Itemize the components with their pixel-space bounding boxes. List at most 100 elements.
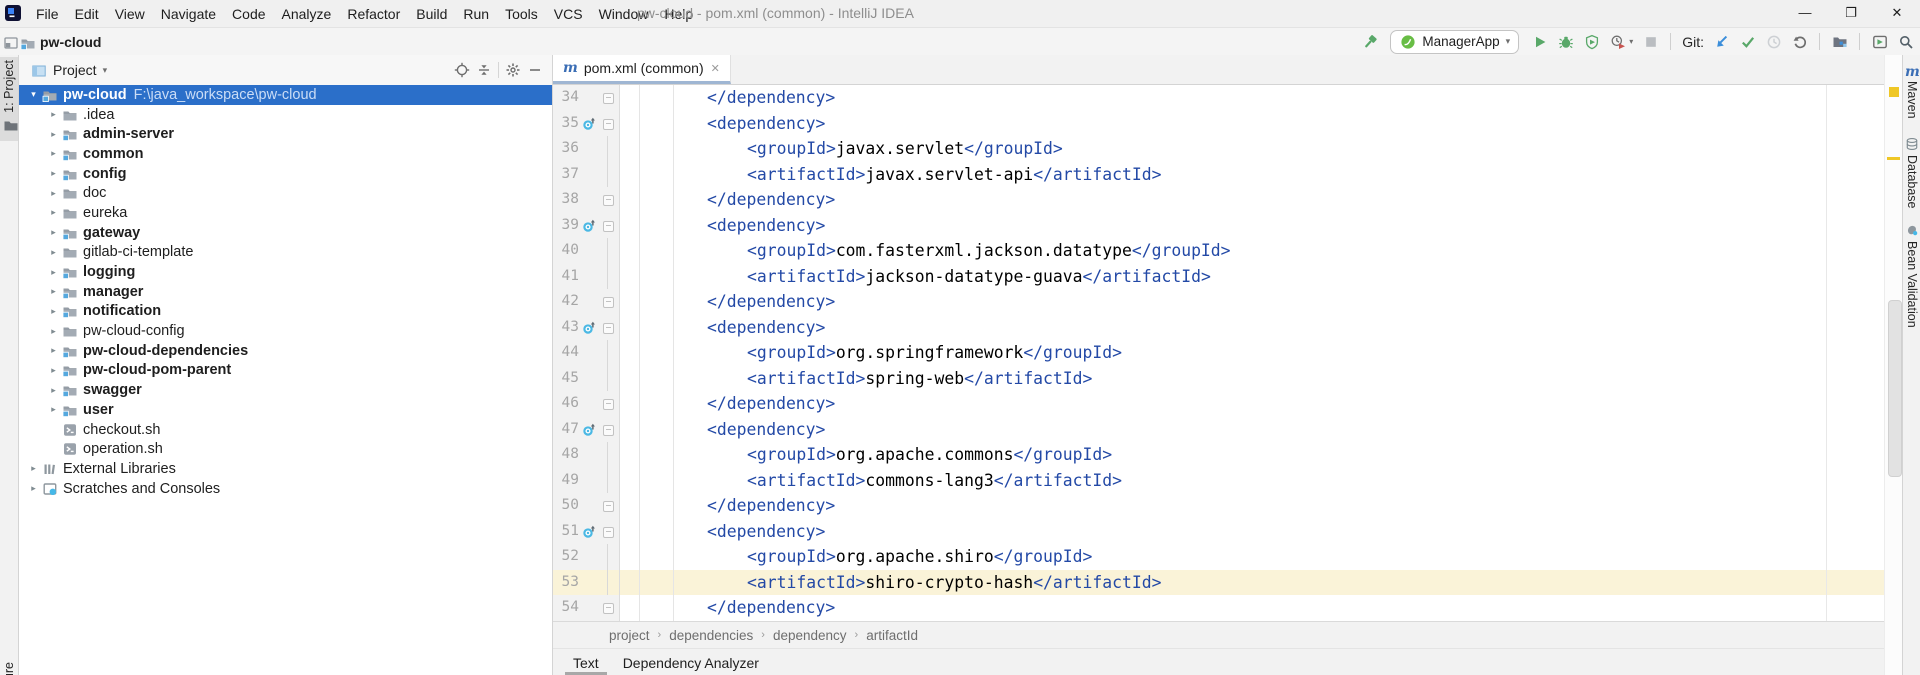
tool-window-button-database[interactable]: Database (1903, 137, 1920, 209)
line-number[interactable]: 42 (553, 289, 579, 315)
tree-item-swagger[interactable]: ▸swagger (19, 380, 552, 400)
tree-expand-arrow[interactable]: ▸ (47, 148, 60, 159)
tree-item-pw-cloud-pom-parent[interactable]: ▸pw-cloud-pom-parent (19, 361, 552, 381)
override-gutter-icon[interactable] (579, 519, 599, 545)
tree-expand-arrow[interactable]: ▸ (47, 109, 60, 120)
code-line-34[interactable]: 34</dependency> (553, 85, 1884, 111)
line-number[interactable]: 50 (553, 493, 579, 519)
code-line-53[interactable]: 53<artifactId>shiro-crypto-hash</artifac… (553, 570, 1884, 596)
close-button[interactable]: ✕ (1874, 0, 1920, 27)
tree-expand-arrow[interactable]: ▸ (47, 385, 60, 396)
line-number[interactable]: 48 (553, 442, 579, 468)
tree-expand-arrow[interactable]: ▸ (47, 168, 60, 179)
tree-item-pw-cloud-config[interactable]: ▸pw-cloud-config (19, 321, 552, 341)
line-number[interactable]: 36 (553, 136, 579, 162)
tree-item-common[interactable]: ▸common (19, 144, 552, 164)
tree-expand-arrow[interactable]: ▸ (47, 227, 60, 238)
tree-item-pw-cloud[interactable]: ▾pw-cloudF:\java_workspace\pw-cloud (19, 85, 552, 105)
git-commit-icon[interactable] (1739, 33, 1756, 50)
line-number[interactable]: 44 (553, 340, 579, 366)
line-number[interactable]: 35 (553, 111, 579, 137)
tool-window-widget-icon[interactable] (3, 35, 16, 48)
line-number[interactable]: 43 (553, 315, 579, 341)
tree-expand-arrow[interactable]: ▸ (47, 267, 60, 278)
fold-region[interactable] (599, 519, 619, 545)
profiler-icon[interactable] (1609, 33, 1626, 50)
project-panel-title[interactable]: Project (53, 62, 97, 78)
override-gutter-icon[interactable] (579, 213, 599, 239)
nav-project-label[interactable]: pw-cloud (40, 34, 101, 50)
code-line-40[interactable]: 40<groupId>com.fasterxml.jackson.datatyp… (553, 238, 1884, 264)
line-number[interactable]: 52 (553, 544, 579, 570)
tree-item-notification[interactable]: ▸notification (19, 302, 552, 322)
breadcrumb-item-dependencies[interactable]: dependencies (669, 628, 753, 643)
code-line-38[interactable]: 38</dependency> (553, 187, 1884, 213)
maximize-button[interactable]: ❐ (1828, 0, 1874, 27)
menu-refactor[interactable]: Refactor (339, 1, 408, 27)
menu-navigate[interactable]: Navigate (153, 1, 224, 27)
menu-run[interactable]: Run (455, 1, 497, 27)
tree-expand-arrow[interactable]: ▸ (47, 207, 60, 218)
code-line-37[interactable]: 37<artifactId>javax.servlet-api</artifac… (553, 162, 1884, 188)
inspection-warning-badge[interactable] (1889, 87, 1899, 97)
tab-pom-xml[interactable]: m pom.xml (common) ✕ (553, 55, 731, 84)
tab-text[interactable]: Text (561, 649, 611, 675)
fold-region[interactable] (599, 595, 619, 621)
code-line-46[interactable]: 46</dependency> (553, 391, 1884, 417)
code-line-45[interactable]: 45<artifactId>spring-web</artifactId> (553, 366, 1884, 392)
tree-item-admin-server[interactable]: ▸admin-server (19, 124, 552, 144)
fold-marker-icon[interactable] (603, 195, 614, 206)
tree-item-checkout-sh[interactable]: checkout.sh (19, 420, 552, 440)
project-structure-icon[interactable] (1831, 33, 1848, 50)
tree-expand-arrow[interactable]: ▸ (47, 365, 60, 376)
git-update-icon[interactable] (1713, 33, 1730, 50)
chevron-down-icon[interactable]: ▾ (103, 65, 108, 76)
fold-region[interactable] (599, 111, 619, 137)
code-line-35[interactable]: 35<dependency> (553, 111, 1884, 137)
fold-marker-icon[interactable] (603, 399, 614, 410)
line-number[interactable]: 34 (553, 85, 579, 111)
code-line-43[interactable]: 43<dependency> (553, 315, 1884, 341)
tab-dependency-analyzer[interactable]: Dependency Analyzer (611, 649, 771, 675)
tree-expand-arrow[interactable]: ▾ (27, 89, 40, 100)
fold-region[interactable] (599, 417, 619, 443)
line-number[interactable]: 51 (553, 519, 579, 545)
line-number[interactable]: 38 (553, 187, 579, 213)
line-number[interactable]: 46 (553, 391, 579, 417)
editor-scrollbar[interactable] (1884, 55, 1903, 675)
run-config-select[interactable]: ManagerApp▾ (1390, 30, 1519, 54)
fold-marker-icon[interactable] (603, 527, 614, 538)
tool-window-button-maven[interactable]: m Maven (1903, 63, 1920, 119)
line-number[interactable]: 45 (553, 366, 579, 392)
run-anything-icon[interactable] (1871, 33, 1888, 50)
code-line-52[interactable]: 52<groupId>org.apache.shiro</groupId> (553, 544, 1884, 570)
code-line-51[interactable]: 51<dependency> (553, 519, 1884, 545)
tree-expand-arrow[interactable]: ▸ (47, 286, 60, 297)
search-everywhere-icon[interactable] (1897, 33, 1914, 50)
fold-marker-icon[interactable] (603, 323, 614, 334)
tree-expand-arrow[interactable]: ▸ (47, 129, 60, 140)
tree-item-external-libraries[interactable]: ▸External Libraries (19, 459, 552, 479)
fold-marker-icon[interactable] (603, 297, 614, 308)
code-line-48[interactable]: 48<groupId>org.apache.commons</groupId> (553, 442, 1884, 468)
tree-item-user[interactable]: ▸user (19, 400, 552, 420)
menu-edit[interactable]: Edit (67, 1, 107, 27)
debug-icon[interactable] (1557, 33, 1574, 50)
breadcrumb-item-artifactId[interactable]: artifactId (866, 628, 918, 643)
fold-marker-icon[interactable] (603, 221, 614, 232)
tree-item-operation-sh[interactable]: operation.sh (19, 439, 552, 459)
locate-file-button[interactable] (451, 59, 473, 81)
menu-tools[interactable]: Tools (497, 1, 546, 27)
warning-stripe-mark[interactable] (1887, 157, 1900, 160)
fold-region[interactable] (599, 391, 619, 417)
tool-window-button-structure[interactable]: Structure (0, 631, 18, 675)
fold-marker-icon[interactable] (603, 501, 614, 512)
tree-item-logging[interactable]: ▸logging (19, 262, 552, 282)
menu-view[interactable]: View (107, 1, 153, 27)
line-number[interactable]: 40 (553, 238, 579, 264)
fold-region[interactable] (599, 289, 619, 315)
coverage-icon[interactable] (1583, 33, 1600, 50)
code-line-39[interactable]: 39<dependency> (553, 213, 1884, 239)
tree-expand-arrow[interactable]: ▸ (27, 483, 40, 494)
menu-analyze[interactable]: Analyze (274, 1, 340, 27)
